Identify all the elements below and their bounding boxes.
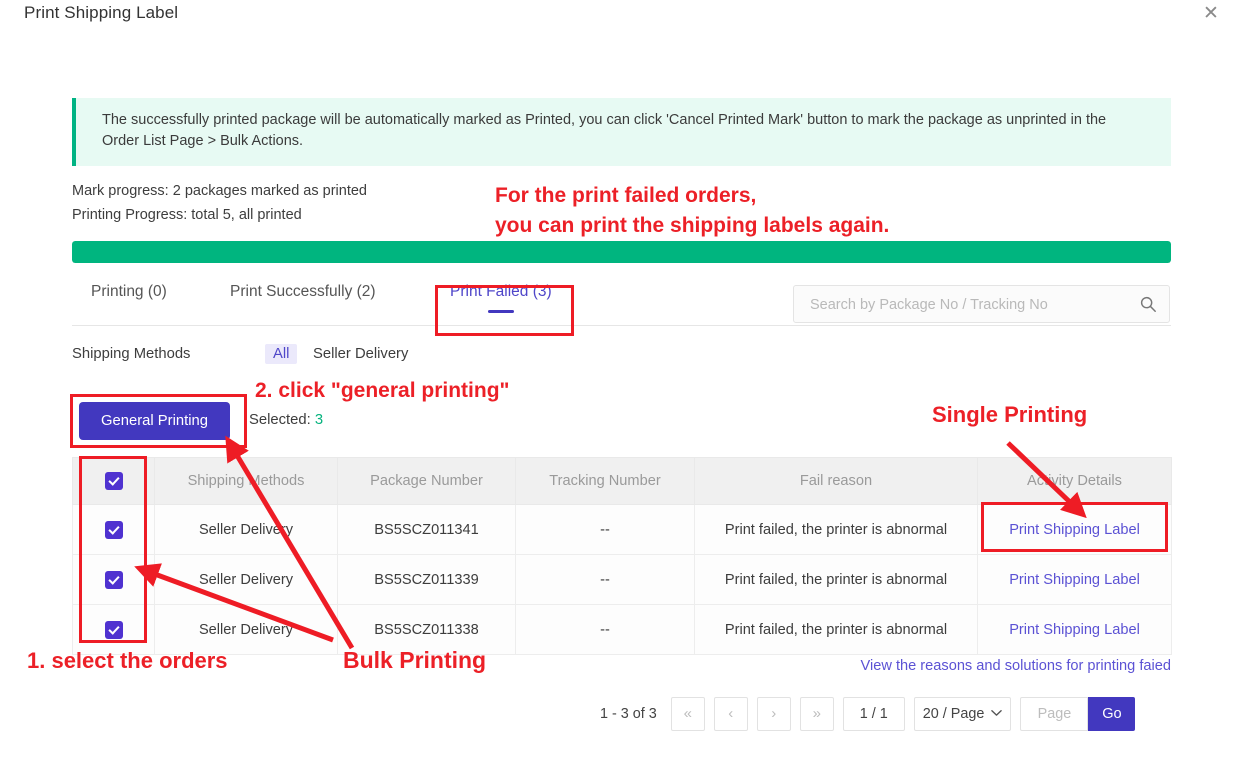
table-header-row: Shipping Methods Package Number Tracking… — [72, 457, 1172, 505]
cell-shipping-method: Seller Delivery — [154, 554, 338, 605]
tab-print-failed-label: Print Failed (3) — [450, 283, 552, 300]
cell-tracking-number: -- — [515, 604, 695, 655]
pagination-prev-button[interactable]: ‹ — [713, 697, 748, 731]
table-header-activity-details: Activity Details — [977, 457, 1172, 505]
page-jump-input[interactable] — [1020, 697, 1089, 731]
cell-shipping-method: Seller Delivery — [154, 504, 338, 555]
selected-count-value: 3 — [314, 412, 324, 428]
cell-tracking-number: -- — [515, 504, 695, 555]
cell-fail-reason: Print failed, the printer is abnormal — [694, 604, 978, 655]
filter-chip-all[interactable]: All — [265, 344, 298, 364]
annotation-top-note: For the print failed orders, you can pri… — [495, 184, 890, 237]
tab-printing[interactable]: Printing (0) — [91, 283, 167, 313]
pagination-first-button[interactable]: « — [670, 697, 705, 731]
print-shipping-label-link[interactable]: Print Shipping Label — [1009, 622, 1140, 638]
tab-print-successfully[interactable]: Print Successfully (2) — [230, 283, 376, 313]
progress-bar — [72, 241, 1171, 263]
close-icon[interactable]: ✕ — [1200, 3, 1222, 25]
go-button[interactable]: Go — [1088, 697, 1136, 731]
search-box[interactable] — [793, 285, 1170, 324]
selected-count-prefix: Selected: — [249, 412, 315, 428]
pagination-next-button[interactable]: › — [756, 697, 791, 731]
tab-print-failed[interactable]: Print Failed (3) — [450, 283, 552, 313]
cell-activity-details[interactable]: Print Shipping Label — [977, 504, 1172, 555]
row-checkbox[interactable] — [104, 520, 123, 539]
filter-chip-seller-delivery[interactable]: Seller Delivery — [313, 346, 408, 362]
chevron-down-icon — [991, 708, 1003, 720]
tab-printing-label: Printing (0) — [91, 283, 167, 300]
cell-fail-reason: Print failed, the printer is abnormal — [694, 504, 978, 555]
table-row: Seller Delivery BS5SCZ011341 -- Print fa… — [72, 504, 1172, 555]
packages-table: Shipping Methods Package Number Tracking… — [72, 457, 1172, 655]
pagination: 1 - 3 of 3 « ‹ › » 1 / 1 20 / Page Go — [600, 697, 1136, 731]
table-row: Seller Delivery BS5SCZ011338 -- Print fa… — [72, 604, 1172, 655]
info-banner: The successfully printed package will be… — [72, 98, 1171, 166]
annotation-step-1: 1. select the orders — [27, 648, 228, 673]
row-checkbox[interactable] — [104, 570, 123, 589]
cell-activity-details[interactable]: Print Shipping Label — [977, 554, 1172, 605]
tab-active-underline — [487, 310, 514, 313]
cell-fail-reason: Print failed, the printer is abnormal — [694, 554, 978, 605]
table-row: Seller Delivery BS5SCZ011339 -- Print fa… — [72, 554, 1172, 605]
progress-bar-fill — [72, 241, 1171, 263]
table-header-shipping-methods: Shipping Methods — [154, 457, 338, 505]
row-checkbox[interactable] — [104, 620, 123, 639]
table-header-tracking-number: Tracking Number — [515, 457, 695, 505]
cell-activity-details[interactable]: Print Shipping Label — [977, 604, 1172, 655]
row-select-cell[interactable] — [72, 504, 155, 555]
view-reasons-link[interactable]: View the reasons and solutions for print… — [861, 658, 1171, 674]
info-banner-text: The successfully printed package will be… — [102, 112, 1107, 149]
row-select-cell[interactable] — [72, 554, 155, 605]
printing-progress-text: Printing Progress: total 5, all printed — [72, 207, 302, 223]
annotation-step-2: 2. click "general printing" — [255, 379, 510, 402]
table-header-select-all[interactable] — [72, 457, 155, 505]
annotation-bulk-printing: Bulk Printing — [343, 647, 487, 673]
select-all-checkbox[interactable] — [104, 472, 123, 490]
pagination-last-button[interactable]: » — [799, 697, 834, 731]
tab-print-successfully-label: Print Successfully (2) — [230, 283, 376, 300]
mark-progress-text: Mark progress: 2 packages marked as prin… — [72, 183, 367, 199]
annotation-single-printing: Single Printing — [932, 402, 1088, 427]
print-shipping-label-link[interactable]: Print Shipping Label — [1009, 522, 1140, 538]
page-size-select[interactable]: 20 / Page — [913, 697, 1012, 731]
page-size-label: 20 / Page — [922, 706, 985, 722]
shipping-methods-label: Shipping Methods — [72, 346, 191, 362]
general-printing-button[interactable]: General Printing — [79, 402, 230, 440]
search-input[interactable] — [808, 286, 1122, 324]
row-select-cell[interactable] — [72, 604, 155, 655]
cell-package-number: BS5SCZ011341 — [337, 504, 516, 555]
page-title: Print Shipping Label — [24, 3, 179, 22]
cell-package-number: BS5SCZ011339 — [337, 554, 516, 605]
pagination-range: 1 - 3 of 3 — [600, 706, 657, 722]
print-shipping-label-link[interactable]: Print Shipping Label — [1009, 572, 1140, 588]
table-header-package-number: Package Number — [337, 457, 516, 505]
search-icon[interactable] — [1139, 295, 1157, 313]
table-header-fail-reason: Fail reason — [694, 457, 978, 505]
pagination-current-page: 1 / 1 — [842, 697, 905, 731]
cell-tracking-number: -- — [515, 554, 695, 605]
cell-shipping-method: Seller Delivery — [154, 604, 338, 655]
selected-count: Selected: 3 — [249, 412, 323, 428]
